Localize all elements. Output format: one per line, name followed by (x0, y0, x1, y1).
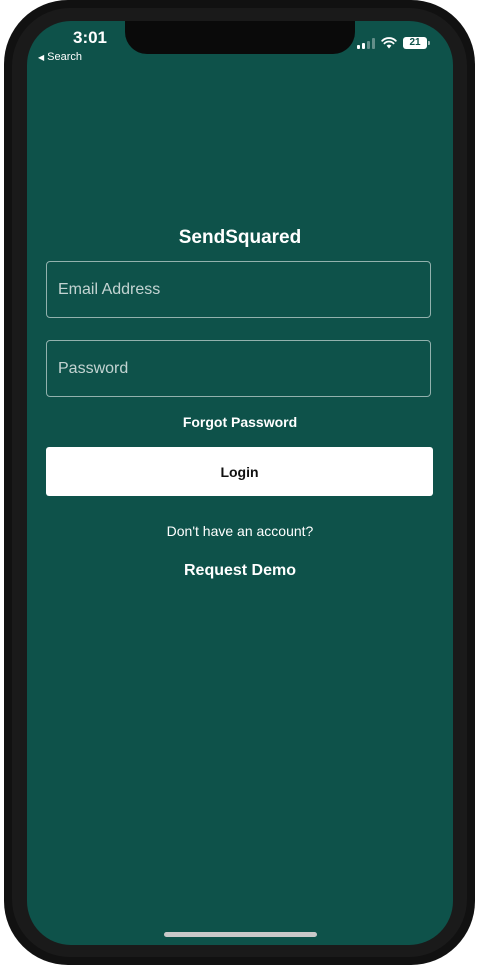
app-title: SendSquared (178, 227, 302, 248)
status-time: 3:01 (72, 28, 108, 47)
status-icons: 21 (357, 37, 430, 49)
forgot-password-link[interactable]: Forgot Password (27, 414, 453, 430)
login-button[interactable]: Login (46, 447, 433, 496)
request-demo-link[interactable]: Request Demo (27, 562, 453, 580)
back-label: Search (47, 51, 83, 63)
no-account-text: Don't have an account? (166, 523, 314, 539)
back-triangle-icon: ◀ (38, 52, 45, 62)
home-indicator[interactable] (164, 932, 317, 937)
back-to-search-link[interactable]: ◀ Search (38, 51, 82, 63)
battery-icon: 21 (403, 37, 430, 49)
password-field[interactable] (46, 340, 431, 397)
app-screen: 3:01 ◀ Search 21 SendSquared Forgot Pass… (27, 21, 453, 945)
cellular-signal-icon (357, 37, 375, 49)
email-field[interactable] (46, 261, 431, 318)
wifi-icon (381, 37, 397, 49)
camera-notch (125, 21, 355, 54)
